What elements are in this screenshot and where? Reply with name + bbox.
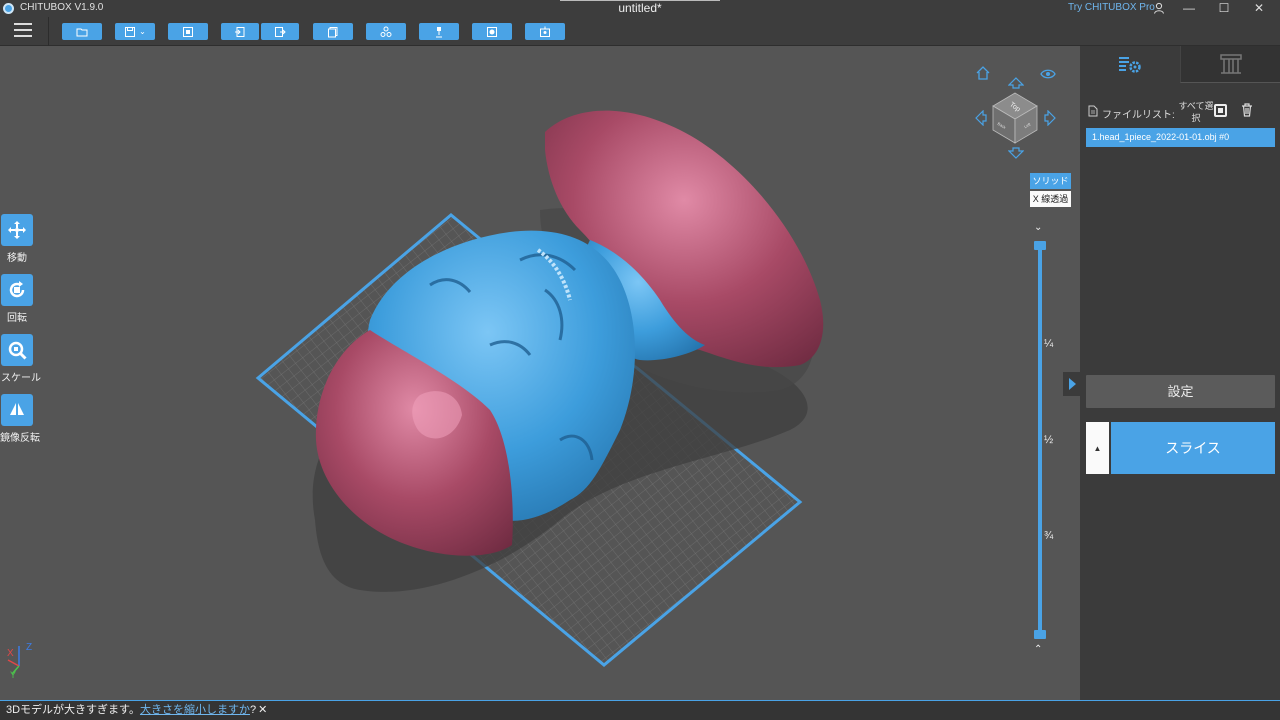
toolbar-divider <box>48 17 49 46</box>
3d-viewport[interactable]: 移動 回転 スケール 鏡像反転 Top Back Left ソリッド X 線透過… <box>0 46 1080 700</box>
save-button[interactable]: ⌄ <box>115 23 155 40</box>
import-button[interactable] <box>221 23 259 40</box>
list-settings-icon <box>1119 56 1141 73</box>
hamburger-menu-icon[interactable] <box>14 23 32 39</box>
open-file-icon <box>76 28 88 36</box>
scale-tool[interactable]: スケール <box>0 334 41 384</box>
caret-up-icon: ▲ <box>1093 443 1102 453</box>
move-icon[interactable] <box>1 214 33 246</box>
layer-slider-bottom-handle[interactable] <box>1034 630 1046 639</box>
user-icon[interactable] <box>1153 2 1165 17</box>
tab-support-settings[interactable] <box>1180 46 1280 83</box>
move-tool-label: 移動 <box>7 253 27 264</box>
slice-button[interactable]: スライス <box>1111 422 1275 474</box>
layer-slider-track[interactable] <box>1038 245 1042 635</box>
layer-slider-top-handle[interactable] <box>1034 241 1046 250</box>
title-bar: CHITUBOX V1.9.0 untitled* Try CHITUBOX P… <box>0 0 1280 17</box>
file-list-item[interactable]: 1.head_1piece_2022-01-01.obj #0 <box>1086 128 1275 147</box>
visibility-eye-icon[interactable] <box>1040 67 1056 85</box>
slider-tick-quarter: ¼ <box>1044 338 1054 350</box>
move-tool[interactable]: 移動 <box>0 214 36 264</box>
right-panel: ファイルリスト: すべて選択 1.head_1piece_2022-01-01.… <box>1080 46 1280 700</box>
solid-mode-button[interactable]: ソリッド <box>1030 173 1071 189</box>
scene-render[interactable] <box>0 46 1080 700</box>
arrange-button[interactable] <box>366 23 406 40</box>
import-icon <box>235 26 245 37</box>
resize-model-link[interactable]: 大きさを縮小しますか <box>140 704 250 716</box>
view-arrow-left-icon[interactable] <box>975 109 987 131</box>
rotate-tool-label: 回転 <box>7 313 27 324</box>
view-arrow-down-icon[interactable] <box>1007 146 1025 164</box>
svg-text:Y: Y <box>10 670 16 678</box>
support-icon <box>436 26 442 37</box>
svg-text:X: X <box>7 648 14 659</box>
hollow-icon <box>487 26 497 37</box>
file-list-label: ファイルリスト: <box>1102 110 1175 121</box>
chevron-down-icon[interactable]: ⌄ <box>139 27 146 36</box>
try-pro-link[interactable]: Try CHITUBOX Pro <box>1068 2 1155 13</box>
status-close-icon[interactable]: ✕ <box>258 704 267 716</box>
close-button[interactable]: ✕ <box>1244 0 1274 17</box>
select-all-checkbox[interactable] <box>1214 104 1227 117</box>
copy-icon <box>328 26 338 37</box>
home-view-icon[interactable] <box>975 65 991 86</box>
slider-down-chevron-icon[interactable]: ⌄ <box>1034 222 1042 233</box>
rotate-icon[interactable] <box>1 274 33 306</box>
view-cube[interactable]: Top Back Left <box>990 90 1040 146</box>
view-arrow-right-icon[interactable] <box>1044 109 1056 131</box>
rotate-tool[interactable]: 回転 <box>0 274 36 324</box>
tab-slice-settings[interactable] <box>1080 46 1180 83</box>
select-all-label[interactable]: すべて選択 <box>1178 100 1214 124</box>
slider-up-chevron-icon[interactable]: ⌃ <box>1034 644 1042 655</box>
support-button[interactable] <box>419 23 459 40</box>
arrange-icon <box>380 26 392 37</box>
export-icon <box>275 26 286 37</box>
delete-trash-icon[interactable] <box>1241 103 1253 120</box>
save-icon <box>125 26 136 37</box>
mirror-tool[interactable]: 鏡像反転 <box>0 394 40 444</box>
open-file-button[interactable] <box>62 23 102 40</box>
support-structure-icon <box>1219 54 1242 74</box>
drain-hole-icon <box>540 26 550 37</box>
mirror-icon[interactable] <box>1 394 33 426</box>
minimize-button[interactable]: — <box>1174 0 1204 17</box>
fit-view-icon <box>183 26 193 37</box>
slider-tick-three-quarter: ¾ <box>1044 530 1054 542</box>
drain-hole-button[interactable] <box>525 23 565 40</box>
scale-tool-label: スケール <box>1 373 41 384</box>
svg-text:Z: Z <box>26 642 32 653</box>
xray-mode-button[interactable]: X 線透過 <box>1030 191 1071 207</box>
fit-view-button[interactable] <box>168 23 208 40</box>
file-icon <box>1088 105 1098 120</box>
export-button[interactable] <box>261 23 299 40</box>
slice-options-dropdown[interactable]: ▲ <box>1086 422 1109 474</box>
copy-button[interactable] <box>313 23 353 40</box>
file-list-header: ファイルリスト: すべて選択 <box>1088 100 1274 124</box>
main-toolbar: ⌄ <box>0 17 1280 46</box>
status-bar: 3Dモデルが大きすぎます。大きさを縮小しますか? ✕ <box>0 700 1280 720</box>
status-message: 3Dモデルが大きすぎます。 <box>6 704 140 716</box>
panel-tabs <box>1080 46 1280 83</box>
maximize-button[interactable]: ☐ <box>1209 0 1239 17</box>
axis-indicator: Z X Y <box>7 642 32 678</box>
status-suffix: ? <box>249 704 257 716</box>
hollow-button[interactable] <box>472 23 512 40</box>
scale-icon[interactable] <box>1 334 33 366</box>
slider-tick-half: ½ <box>1044 434 1054 446</box>
mirror-tool-label: 鏡像反転 <box>0 433 40 444</box>
panel-collapse-toggle[interactable] <box>1063 372 1080 396</box>
settings-button[interactable]: 設定 <box>1086 375 1275 408</box>
